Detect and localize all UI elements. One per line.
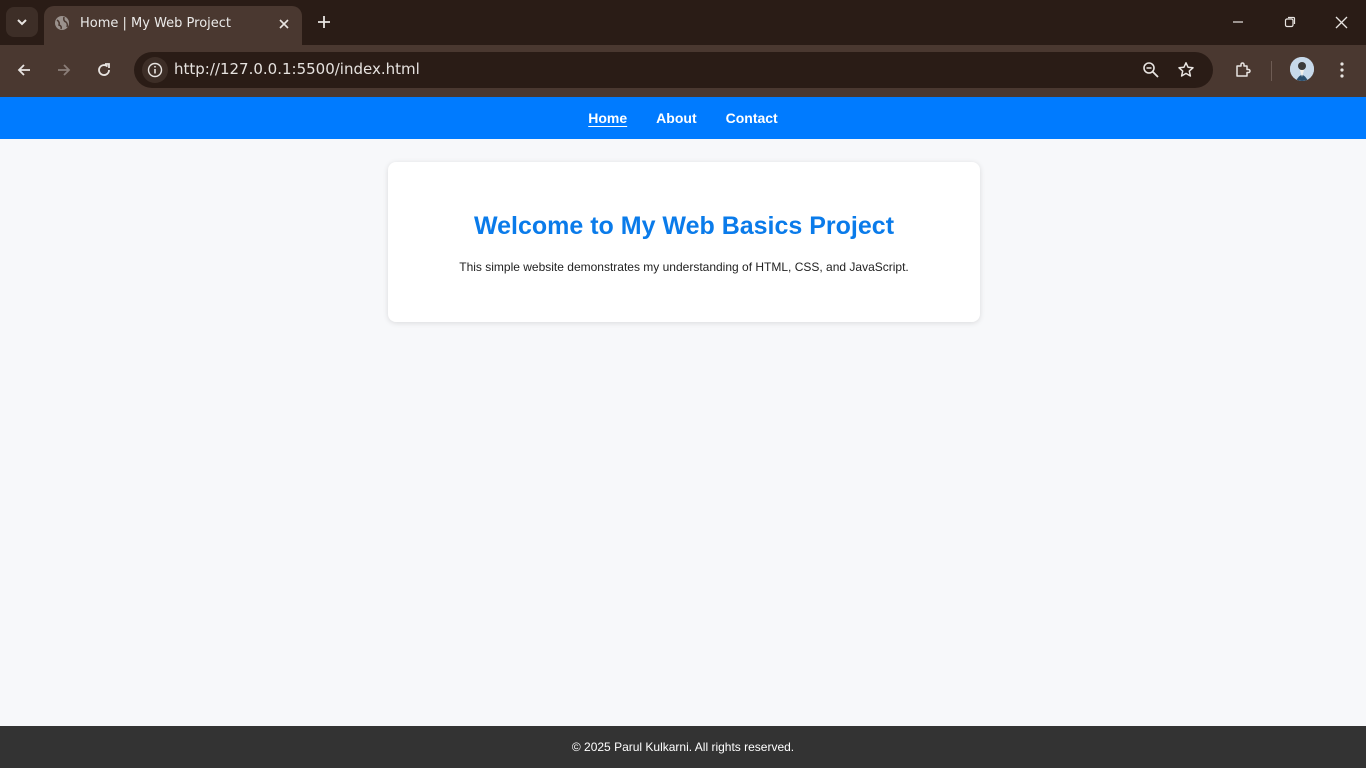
page-heading: Welcome to My Web Basics Project	[473, 212, 895, 240]
tab-active[interactable]: Home | My Web Project	[44, 6, 302, 45]
toolbar-divider	[1271, 61, 1272, 81]
back-button[interactable]	[10, 56, 38, 84]
reload-icon	[98, 63, 110, 76]
reload-button[interactable]	[90, 56, 118, 84]
nav-link-contact[interactable]: Contact	[726, 110, 778, 126]
window-close-icon	[1335, 16, 1347, 28]
zoom-icon	[1143, 62, 1159, 78]
page-description: This simple website demonstrates my unde…	[459, 260, 909, 274]
extensions-icon	[1236, 62, 1251, 77]
info-icon	[147, 62, 163, 78]
more-vert-icon	[1340, 62, 1344, 78]
nav-link-home[interactable]: Home	[588, 110, 627, 126]
forward-button[interactable]	[50, 56, 78, 84]
tab-strip: Home | My Web Project	[0, 0, 1366, 45]
minimize-button[interactable]	[1224, 8, 1252, 36]
zoom-button[interactable]	[1139, 58, 1163, 82]
globe-icon	[55, 16, 69, 30]
plus-icon	[318, 16, 330, 28]
welcome-card: Welcome to My Web Basics Project This si…	[388, 162, 980, 322]
menu-button[interactable]	[1328, 56, 1356, 84]
site-footer: © 2025 Parul Kulkarni. All rights reserv…	[0, 726, 1366, 768]
close-icon	[279, 19, 289, 29]
avatar-icon	[1290, 57, 1314, 81]
nav-link-about[interactable]: About	[656, 110, 696, 126]
new-tab-button[interactable]	[312, 10, 336, 34]
address-bar[interactable]: http://127.0.0.1:5500/index.html	[134, 52, 1213, 88]
star-icon	[1178, 62, 1194, 77]
tab-search-button[interactable]	[6, 7, 38, 37]
minimize-icon	[1233, 21, 1243, 23]
restore-icon	[1284, 16, 1296, 28]
site-info-button[interactable]	[142, 57, 168, 83]
tab-close-button[interactable]	[274, 14, 294, 34]
extensions-button[interactable]	[1229, 56, 1257, 84]
chevron-down-icon	[17, 19, 27, 26]
site-nav: Home About Contact	[0, 97, 1366, 139]
window-close-button[interactable]	[1327, 8, 1355, 36]
url-text[interactable]: http://127.0.0.1:5500/index.html	[174, 60, 420, 78]
tab-title: Home | My Web Project	[80, 16, 232, 31]
profile-avatar[interactable]	[1290, 57, 1314, 81]
restore-button[interactable]	[1276, 8, 1304, 36]
back-icon	[17, 64, 30, 76]
bookmark-button[interactable]	[1174, 58, 1198, 82]
footer-copyright: © 2025 Parul Kulkarni. All rights reserv…	[571, 740, 795, 754]
forward-icon	[58, 64, 71, 76]
browser-toolbar: http://127.0.0.1:5500/index.html	[0, 45, 1366, 97]
